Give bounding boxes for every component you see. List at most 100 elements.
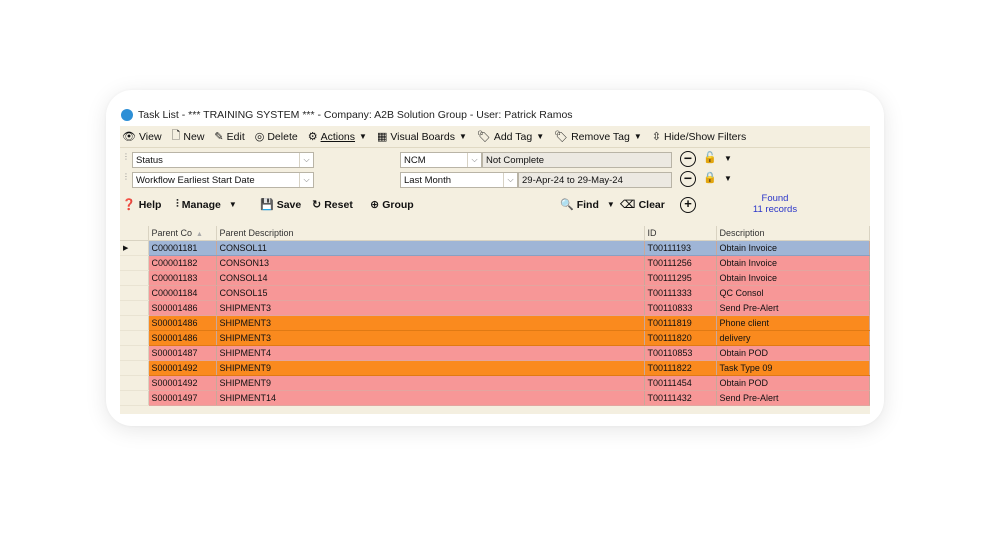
cell-id[interactable]: T00111295: [644, 270, 717, 286]
cell-id[interactable]: T00111454: [644, 375, 717, 391]
actions-menu[interactable]: ⚙ Actions ▼: [308, 130, 367, 144]
column-header-parent-description[interactable]: Parent Description: [216, 226, 645, 241]
cell-parent-description[interactable]: SHIPMENT9: [216, 360, 645, 376]
cell-id[interactable]: T00111819: [644, 315, 717, 331]
filter-field-select-1[interactable]: Status ⌵: [132, 152, 314, 168]
row-selector[interactable]: ▶: [120, 240, 149, 256]
cell-id[interactable]: T00111256: [644, 255, 717, 271]
cell-parent-co[interactable]: S00001492: [148, 375, 217, 391]
clear-button[interactable]: ⌫ Clear: [620, 198, 665, 212]
cell-parent-co[interactable]: C00001184: [148, 285, 217, 301]
remove-tag-button[interactable]: 🏷 Remove Tag ▼: [554, 130, 642, 144]
find-button[interactable]: 🔍 Find ▼: [560, 198, 615, 212]
cell-parent-co[interactable]: C00001182: [148, 255, 217, 271]
table-row[interactable]: S00001492 SHIPMENT9 T00111454 Obtain POD: [120, 375, 870, 391]
filter-value-field-1[interactable]: Not Complete: [482, 152, 672, 168]
cell-description[interactable]: Send Pre-Alert: [716, 300, 870, 316]
help-button[interactable]: ❓ Help: [122, 198, 161, 212]
group-button[interactable]: ⊕ Group: [370, 198, 414, 212]
add-tag-button[interactable]: 🏷 Add Tag ▼: [477, 130, 544, 144]
remove-filter-button[interactable]: −: [680, 171, 696, 187]
table-row[interactable]: S00001486 SHIPMENT3 T00111820 delivery: [120, 330, 870, 346]
table-row[interactable]: S00001497 SHIPMENT14 T00111432 Send Pre-Ale…: [120, 390, 870, 406]
cell-parent-co[interactable]: S00001487: [148, 345, 217, 361]
cell-parent-description[interactable]: SHIPMENT3: [216, 315, 645, 331]
cell-parent-co[interactable]: S00001486: [148, 330, 217, 346]
unlock-icon[interactable]: 🔓: [703, 151, 717, 164]
cell-parent-description[interactable]: SHIPMENT3: [216, 330, 645, 346]
reset-button[interactable]: ↻ Reset: [312, 198, 353, 212]
hide-show-filters-button[interactable]: ⇳ Hide/Show Filters: [652, 130, 747, 144]
cell-description[interactable]: Send Pre-Alert: [716, 390, 870, 406]
row-selector[interactable]: [120, 390, 149, 406]
table-row[interactable]: S00001486 SHIPMENT3 T00110833 Send Pre-Aler…: [120, 300, 870, 316]
cell-id[interactable]: T00111820: [644, 330, 717, 346]
cell-id[interactable]: T00111193: [644, 240, 717, 256]
edit-button[interactable]: ✎ Edit: [214, 130, 244, 144]
cell-id[interactable]: T00110833: [644, 300, 717, 316]
cell-parent-co[interactable]: C00001183: [148, 270, 217, 286]
cell-parent-co[interactable]: S00001492: [148, 360, 217, 376]
delete-button[interactable]: ◎ Delete: [255, 130, 298, 144]
row-selector[interactable]: [120, 270, 149, 286]
cell-parent-co[interactable]: S00001486: [148, 315, 217, 331]
cell-description[interactable]: Task Type 09: [716, 360, 870, 376]
table-row[interactable]: C00001184 CONSOL15 T00111333 QC Consol: [120, 285, 870, 301]
filter-operator-select-2[interactable]: Last Month ⌵: [400, 172, 518, 188]
table-row[interactable]: C00001182 CONSON13 T00111256 Obtain Invoice: [120, 255, 870, 271]
cell-parent-description[interactable]: SHIPMENT14: [216, 390, 645, 406]
drag-handle-icon[interactable]: ⋮⋮: [122, 153, 137, 168]
add-record-button[interactable]: +: [680, 197, 696, 213]
cell-description[interactable]: Obtain POD: [716, 375, 870, 391]
cell-description[interactable]: Obtain POD: [716, 345, 870, 361]
cell-parent-co[interactable]: S00001486: [148, 300, 217, 316]
drag-handle-icon[interactable]: ⋮⋮: [122, 173, 137, 188]
remove-filter-button[interactable]: −: [680, 151, 696, 167]
save-button[interactable]: 💾 Save: [260, 198, 301, 212]
cell-parent-description[interactable]: CONSOL11: [216, 240, 645, 256]
cell-parent-description[interactable]: CONSOL14: [216, 270, 645, 286]
column-header-description[interactable]: Description: [716, 226, 870, 241]
filter-operator-select-1[interactable]: NCM ⌵: [400, 152, 482, 168]
cell-parent-co[interactable]: C00001181: [148, 240, 217, 256]
cell-description[interactable]: Obtain Invoice: [716, 255, 870, 271]
cell-id[interactable]: T00111822: [644, 360, 717, 376]
lock-icon[interactable]: 🔒: [703, 171, 717, 184]
row-selector[interactable]: [120, 255, 149, 271]
filter-options-dropdown-icon[interactable]: ▼: [724, 154, 732, 163]
cell-parent-co[interactable]: S00001497: [148, 390, 217, 406]
cell-parent-description[interactable]: SHIPMENT4: [216, 345, 645, 361]
new-button[interactable]: 🗋 New: [172, 127, 205, 146]
table-row[interactable]: S00001492 SHIPMENT9 T00111822 Task Type 09: [120, 360, 870, 376]
filter-field-select-2[interactable]: Workflow Earliest Start Date ⌵: [132, 172, 314, 188]
manage-button[interactable]: ⫶ Manage ▼: [176, 198, 237, 211]
view-button[interactable]: 👁 View: [122, 130, 162, 144]
cell-parent-description[interactable]: CONSON13: [216, 255, 645, 271]
row-selector[interactable]: [120, 315, 149, 331]
cell-id[interactable]: T00111333: [644, 285, 717, 301]
filter-value-field-2[interactable]: 29-Apr-24 to 29-May-24: [518, 172, 672, 188]
cell-id[interactable]: T00111432: [644, 390, 717, 406]
row-selector[interactable]: [120, 330, 149, 346]
row-selector[interactable]: [120, 360, 149, 376]
table-row[interactable]: C00001183 CONSOL14 T00111295 Obtain Invoice: [120, 270, 870, 286]
filter-options-dropdown-icon[interactable]: ▼: [724, 174, 732, 183]
row-selector[interactable]: [120, 300, 149, 316]
cell-description[interactable]: QC Consol: [716, 285, 870, 301]
cell-description[interactable]: Obtain Invoice: [716, 240, 870, 256]
cell-id[interactable]: T00110853: [644, 345, 717, 361]
table-row[interactable]: ▶ C00001181 CONSOL11 T00111193 Obtain Invoic…: [120, 240, 870, 256]
cell-parent-description[interactable]: CONSOL15: [216, 285, 645, 301]
table-row[interactable]: S00001486 SHIPMENT3 T00111819 Phone client: [120, 315, 870, 331]
cell-description[interactable]: delivery: [716, 330, 870, 346]
cell-parent-description[interactable]: SHIPMENT9: [216, 375, 645, 391]
row-selector[interactable]: [120, 375, 149, 391]
visual-boards-menu[interactable]: ▦ Visual Boards ▼: [377, 130, 467, 144]
cell-parent-description[interactable]: SHIPMENT3: [216, 300, 645, 316]
cell-description[interactable]: Phone client: [716, 315, 870, 331]
cell-description[interactable]: Obtain Invoice: [716, 270, 870, 286]
row-selector[interactable]: [120, 285, 149, 301]
column-header-parent-co[interactable]: Parent Co ▲: [148, 226, 217, 241]
column-header-id[interactable]: ID: [644, 226, 717, 241]
row-selector[interactable]: [120, 345, 149, 361]
